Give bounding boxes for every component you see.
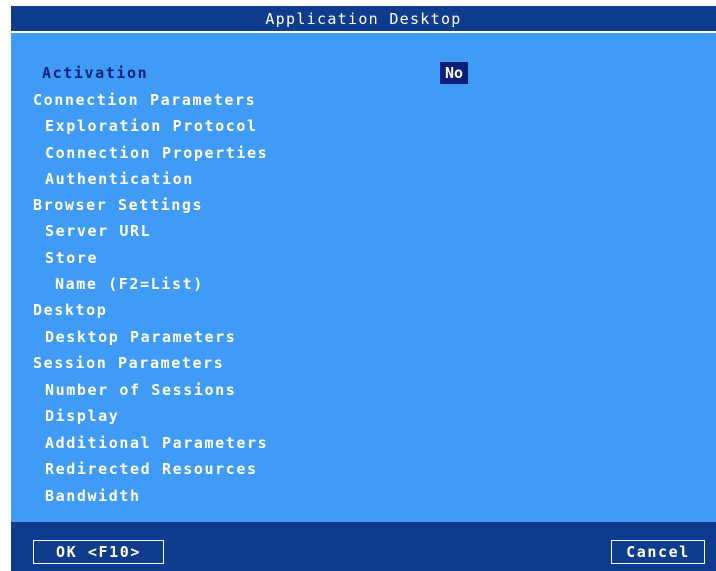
item-additional-parameters[interactable]: Additional Parameters	[45, 434, 268, 452]
item-desktop-parameters[interactable]: Desktop Parameters	[45, 328, 236, 346]
section-desktop[interactable]: Desktop	[33, 301, 107, 319]
item-number-of-sessions[interactable]: Number of Sessions	[45, 381, 236, 399]
section-browser-settings[interactable]: Browser Settings	[33, 196, 203, 214]
item-authentication[interactable]: Authentication	[45, 170, 194, 188]
item-redirected-resources[interactable]: Redirected Resources	[45, 460, 258, 478]
item-server-url[interactable]: Server URL	[45, 222, 151, 240]
dialog-title: Application Desktop	[11, 6, 716, 33]
item-connection-properties[interactable]: Connection Properties	[45, 144, 268, 162]
item-display[interactable]: Display	[45, 407, 119, 425]
dialog-footer: OK <F10> Cancel	[11, 522, 716, 571]
application-desktop-dialog: Application Desktop Activation No Connec…	[11, 6, 716, 571]
activation-label[interactable]: Activation	[42, 64, 148, 82]
ok-button[interactable]: OK <F10>	[33, 540, 164, 564]
item-store[interactable]: Store	[45, 249, 98, 267]
section-session-parameters[interactable]: Session Parameters	[33, 354, 224, 372]
activation-value-field[interactable]: No	[440, 62, 468, 84]
item-bandwidth[interactable]: Bandwidth	[45, 487, 141, 505]
item-store-name[interactable]: Name (F2=List)	[55, 275, 204, 293]
section-connection-parameters[interactable]: Connection Parameters	[33, 91, 256, 109]
item-exploration-protocol[interactable]: Exploration Protocol	[45, 117, 258, 135]
cancel-button[interactable]: Cancel	[611, 540, 705, 564]
